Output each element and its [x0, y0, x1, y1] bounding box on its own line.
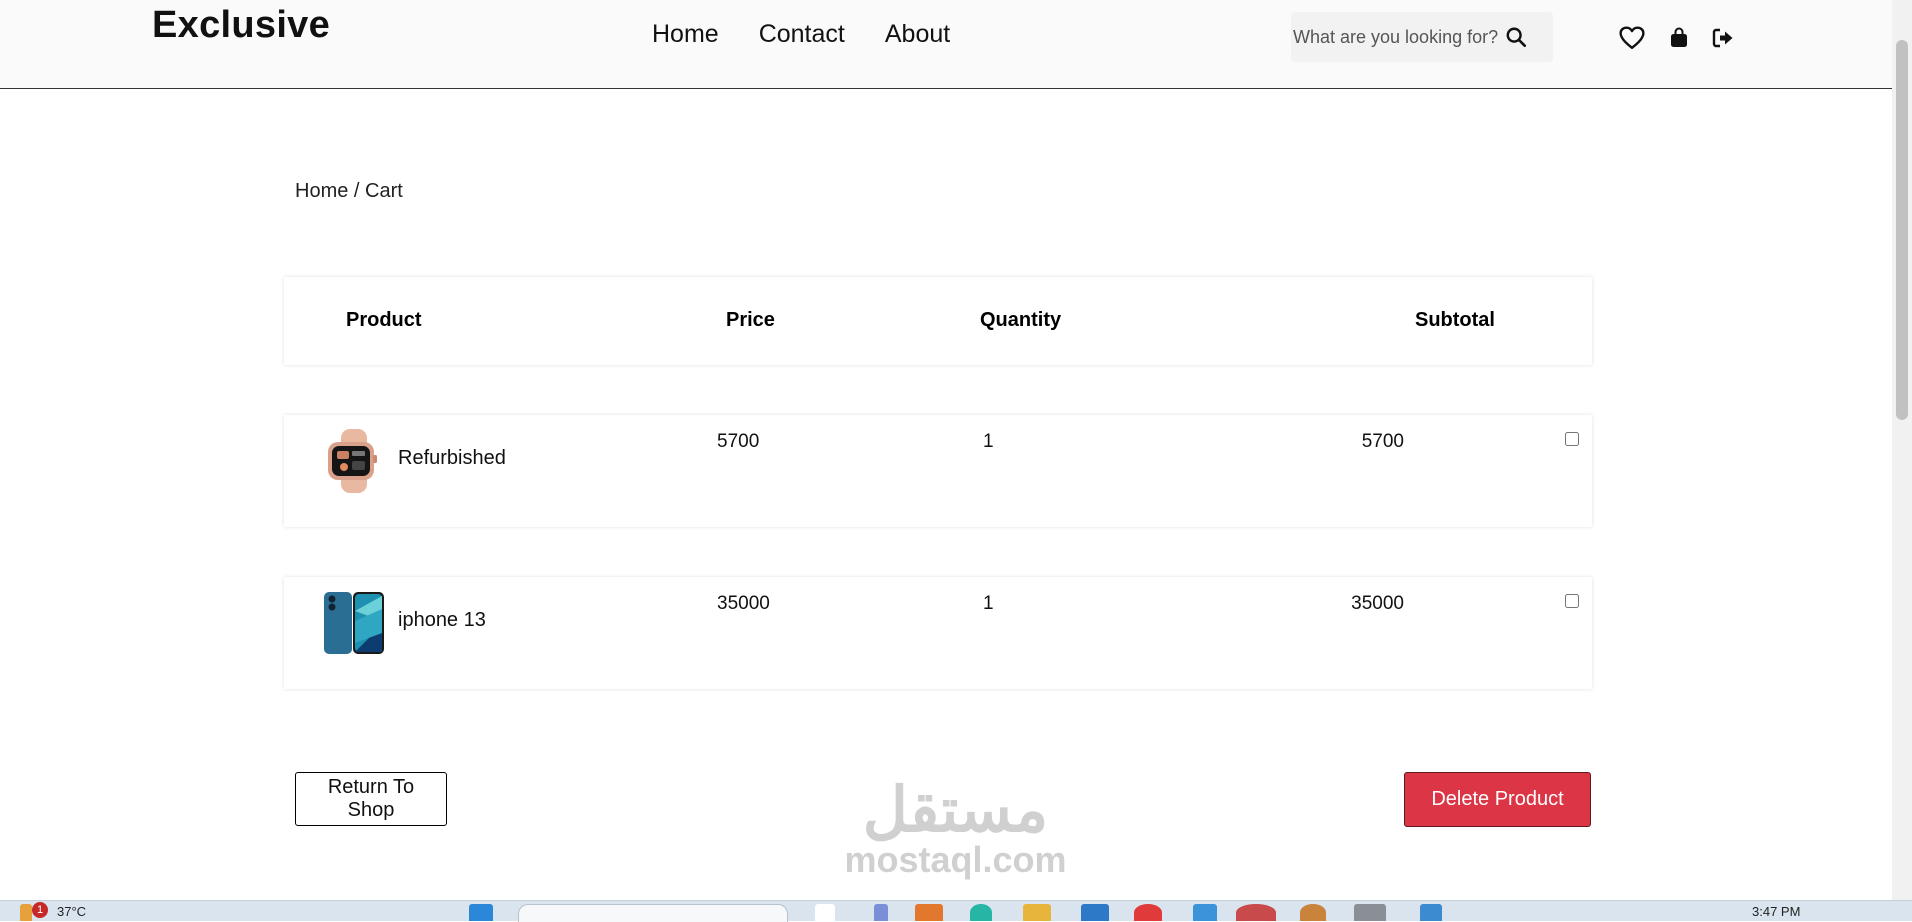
- cart-row: Refurbished 5700 1 5700: [284, 415, 1592, 527]
- notification-badge: 1: [32, 902, 48, 918]
- taskview-icon[interactable]: [815, 904, 835, 921]
- app-icon[interactable]: [915, 904, 943, 921]
- app-icon[interactable]: [1300, 904, 1326, 921]
- cart-table-header: Product Price Quantity Subtotal: [284, 277, 1592, 365]
- nav-contact-link[interactable]: Contact: [759, 20, 845, 49]
- vscode-icon[interactable]: [1420, 904, 1442, 921]
- app-icon[interactable]: [1193, 904, 1217, 921]
- breadcrumb: Home / Cart: [295, 180, 403, 202]
- chat-icon[interactable]: [874, 904, 888, 921]
- cart-row: iphone 13 35000 1 35000: [284, 577, 1592, 689]
- file-explorer-icon[interactable]: [1023, 904, 1051, 921]
- nav-about-link[interactable]: About: [885, 20, 950, 49]
- product-subtotal: 35000: [1351, 593, 1404, 614]
- shopping-bag-icon[interactable]: [1665, 24, 1693, 52]
- column-header-subtotal: Subtotal: [1415, 309, 1495, 331]
- search-icon[interactable]: [1505, 26, 1527, 48]
- column-header-price: Price: [726, 309, 775, 331]
- chrome-icon[interactable]: [1236, 904, 1276, 921]
- app-icon[interactable]: [1354, 904, 1386, 921]
- row-select-checkbox[interactable]: [1565, 432, 1579, 446]
- product-price: 5700: [717, 431, 760, 452]
- search-input[interactable]: [1291, 25, 1505, 49]
- delete-product-button[interactable]: Delete Product: [1404, 772, 1591, 827]
- product-quantity[interactable]: 1: [983, 431, 994, 453]
- row-select-checkbox[interactable]: [1565, 594, 1579, 608]
- watermark-latin: mostaql.com: [844, 839, 1067, 880]
- product-quantity[interactable]: 1: [983, 593, 994, 615]
- vertical-scrollbar[interactable]: [1892, 0, 1912, 900]
- product-name[interactable]: Refurbished: [398, 447, 506, 470]
- clock[interactable]: 3:47 PM: [1752, 904, 1800, 919]
- product-name[interactable]: iphone 13: [398, 609, 486, 632]
- temperature-readout: 37°C: [57, 904, 87, 919]
- edge-icon[interactable]: [970, 904, 992, 921]
- nav-home-link[interactable]: Home: [652, 20, 719, 49]
- search-box: [1291, 12, 1553, 62]
- logout-icon[interactable]: [1709, 24, 1737, 52]
- store-icon[interactable]: [1081, 904, 1109, 921]
- app-icon[interactable]: [1134, 904, 1162, 921]
- heart-icon[interactable]: [1618, 24, 1646, 52]
- product-subtotal: 5700: [1361, 431, 1404, 452]
- watermark: مستقل mostaql.com: [838, 780, 1073, 878]
- watermark-arabic: مستقل: [862, 776, 1049, 845]
- product-price: 35000: [717, 593, 770, 614]
- brand-logo[interactable]: Exclusive: [152, 4, 330, 47]
- site-header: Exclusive Home Contact About: [0, 0, 1892, 89]
- column-header-product: Product: [346, 309, 422, 331]
- main-nav: Home Contact About: [652, 20, 950, 49]
- smartwatch-thumbnail: [322, 429, 386, 493]
- scrollbar-thumb[interactable]: [1896, 40, 1908, 420]
- windows-start-icon[interactable]: [469, 904, 493, 921]
- return-to-shop-button[interactable]: Return To Shop: [295, 772, 447, 826]
- weather-icon[interactable]: [20, 904, 32, 921]
- taskbar-search-box[interactable]: [518, 904, 788, 922]
- iphone-thumbnail: [322, 591, 386, 655]
- column-header-quantity: Quantity: [980, 309, 1062, 331]
- os-taskbar: 1 37°C 3:47 PM: [0, 900, 1912, 922]
